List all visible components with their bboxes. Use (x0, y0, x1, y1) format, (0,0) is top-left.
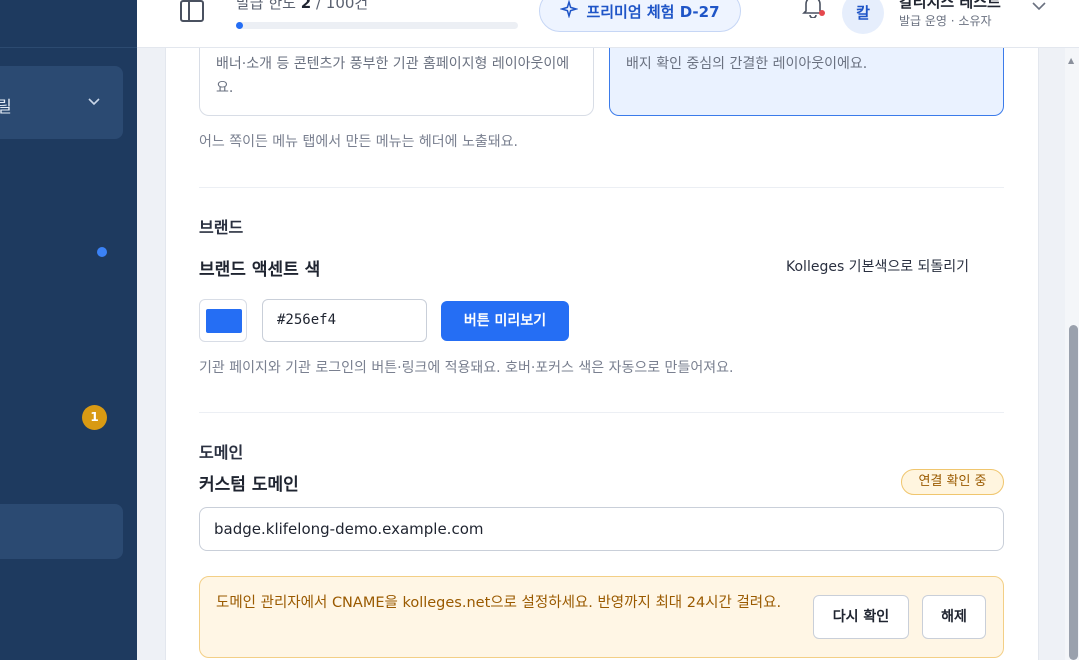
notification-dot-icon (819, 10, 825, 16)
premium-trial-label: 프리미엄 체험 D-27 (586, 2, 720, 21)
sidebar-toggle-icon[interactable] (180, 0, 204, 22)
quota-progress-fill (236, 22, 244, 29)
sidebar-divider (0, 47, 137, 48)
layout-option-description: 배너·소개 등 콘텐츠가 풍부한 기관 홈페이지형 레이아웃이에요. (216, 56, 570, 96)
quota-used: 2 (300, 0, 312, 12)
user-name: 칼리지스 테스트 (899, 0, 1001, 11)
chevron-down-icon[interactable] (1032, 0, 1046, 14)
quota-label: 발급 한도 2 / 100건 (236, 0, 368, 13)
layout-option-description: 배지 확인 중심의 간결한 레이아웃이에요. (626, 56, 868, 72)
reset-default-color-link[interactable]: Kolleges 기본색으로 되돌리기 (786, 256, 969, 276)
domain-alert: 도메인 관리자에서 CNAME을 kolleges.net으로 설정하세요. 반… (199, 576, 1004, 658)
button-preview[interactable]: 버튼 미리보기 (441, 301, 569, 341)
sidebar: 릴 1 (0, 0, 137, 660)
sidebar-item-active[interactable]: 릴 (0, 66, 123, 139)
custom-domain-title: 커스텀 도메인 (199, 475, 299, 495)
accent-help-text: 기관 페이지와 기관 로그인의 버튼·링크에 적용돼요. 호버·포커스 색은 자… (199, 360, 734, 376)
quota-prefix: 발급 한도 (236, 0, 296, 12)
domain-section-title: 도메인 (199, 443, 244, 462)
brand-section-title: 브랜드 (199, 218, 244, 237)
layout-option-simple[interactable]: 배지 확인 중심의 간결한 레이아웃이에요. (609, 48, 1004, 116)
custom-domain-input[interactable]: badge.klifelong-demo.example.com (199, 507, 1004, 551)
scrollbar-thumb[interactable] (1069, 325, 1078, 660)
quota-progress-bar (236, 22, 518, 29)
domain-alert-text: 도메인 관리자에서 CNAME을 kolleges.net으로 설정하세요. 반… (216, 595, 782, 611)
release-button[interactable]: 해제 (922, 595, 986, 639)
premium-trial-button[interactable]: 프리미엄 체험 D-27 (539, 0, 741, 32)
sidebar-item-selected[interactable] (0, 504, 123, 559)
color-swatch-picker[interactable] (199, 299, 247, 342)
sparkle-icon (559, 0, 580, 22)
quota-total: / 100건 (315, 0, 369, 12)
section-divider (199, 187, 1004, 188)
recheck-button[interactable]: 다시 확인 (813, 595, 909, 639)
accent-color-title: 브랜드 액센트 색 (199, 260, 321, 280)
status-badge: 연결 확인 중 (901, 469, 1004, 495)
layout-note: 어느 쪽이든 메뉴 탭에서 만든 메뉴는 헤더에 노출돼요. (199, 134, 518, 150)
scroll-up-arrow-icon[interactable]: ▲ (1068, 56, 1074, 65)
section-divider (199, 412, 1004, 413)
chevron-down-icon[interactable] (88, 94, 100, 110)
accent-hex-input[interactable]: #256ef4 (262, 299, 427, 342)
user-role: 발급 운영 · 소유자 (899, 14, 992, 28)
layout-option-homepage[interactable]: 배너·소개 등 콘텐츠가 풍부한 기관 홈페이지형 레이아웃이에요. (199, 48, 594, 116)
notification-dot-icon (97, 247, 107, 257)
sidebar-count-badge: 1 (82, 405, 107, 430)
sidebar-item-label: 릴 (0, 97, 12, 116)
